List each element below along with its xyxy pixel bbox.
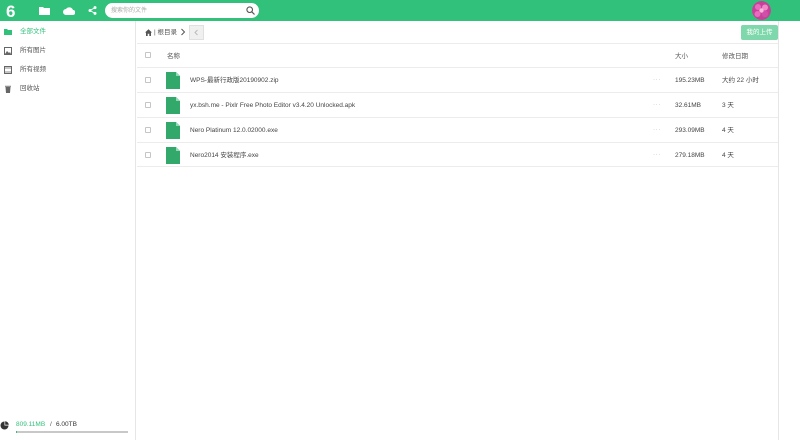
- breadcrumb: | 根目录 我的上传: [137, 21, 778, 43]
- file-size: 32.61MB: [675, 102, 702, 109]
- back-arrow-icon: [194, 29, 198, 36]
- file-icon: [166, 122, 180, 139]
- trash-icon: [5, 85, 11, 93]
- table-row[interactable]: Nero2014 安装程序.exe ··· 279.18MB 4 天: [137, 142, 778, 167]
- folder-icon[interactable]: [37, 3, 52, 18]
- row-checkbox[interactable]: [145, 127, 151, 133]
- select-all-checkbox[interactable]: [145, 52, 151, 58]
- quota-separator: /: [50, 421, 52, 428]
- search-box[interactable]: [105, 3, 259, 18]
- file-modified: 4 天: [722, 127, 734, 134]
- file-size: 195.23MB: [675, 77, 705, 84]
- home-icon[interactable]: [145, 29, 152, 36]
- divider: [137, 166, 778, 167]
- more-options-icon[interactable]: ···: [653, 150, 661, 159]
- file-modified: 4 天: [722, 152, 734, 159]
- chevron-right-icon: [181, 28, 186, 36]
- logo-text: 6: [6, 2, 15, 19]
- breadcrumb-separator: |: [154, 29, 156, 36]
- more-options-icon[interactable]: ···: [653, 75, 661, 84]
- file-browser: | 根目录 我的上传 名称 大小 修改日期 WPS-最新行政版20190902.…: [137, 21, 778, 440]
- quota-progress-fill: [16, 431, 18, 433]
- more-options-icon[interactable]: ···: [653, 125, 661, 134]
- sidebar-item-label: 全部文件: [20, 28, 46, 35]
- table-row[interactable]: Nero Platinum 12.0.02000.exe ··· 293.09M…: [137, 117, 778, 142]
- file-size: 279.18MB: [675, 152, 705, 159]
- quota-total: 6.00TB: [56, 421, 77, 428]
- table-row[interactable]: yx.bsh.me - Pixlr Free Photo Editor v3.4…: [137, 92, 778, 117]
- share-icon[interactable]: [85, 3, 100, 18]
- more-options-icon[interactable]: ···: [653, 100, 661, 109]
- file-icon: [166, 147, 180, 164]
- file-modified: 3 天: [722, 102, 734, 109]
- quota-used: 809.11MB: [16, 421, 46, 428]
- sidebar-item-trash[interactable]: 回收站: [0, 80, 135, 98]
- row-checkbox[interactable]: [145, 152, 151, 158]
- sidebar-item-label: 所有视频: [20, 66, 46, 73]
- column-header-size[interactable]: 大小: [675, 52, 688, 61]
- image-icon: [4, 47, 12, 55]
- file-name[interactable]: Nero2014 安装程序.exe: [190, 151, 259, 160]
- top-bar: 6: [0, 0, 800, 21]
- divider: [778, 21, 779, 440]
- file-name[interactable]: WPS-最新行政版20190902.zip: [190, 76, 279, 85]
- file-modified: 大约 22 小时: [722, 77, 759, 84]
- avatar[interactable]: [752, 1, 771, 20]
- file-icon: [166, 97, 180, 114]
- search-input[interactable]: [111, 5, 246, 16]
- file-name[interactable]: yx.bsh.me - Pixlr Free Photo Editor v3.4…: [190, 101, 355, 110]
- sidebar-item-videos[interactable]: 所有视频: [0, 61, 135, 79]
- pie-chart-icon: [0, 421, 9, 430]
- cloud-icon[interactable]: [61, 3, 76, 18]
- file-name[interactable]: Nero Platinum 12.0.02000.exe: [190, 126, 278, 135]
- my-uploads-button[interactable]: 我的上传: [741, 25, 778, 40]
- sidebar-item-label: 所有图片: [20, 47, 46, 54]
- sidebar-item-images[interactable]: 所有图片: [0, 42, 135, 60]
- column-header-modified[interactable]: 修改日期: [722, 52, 748, 61]
- row-checkbox[interactable]: [145, 77, 151, 83]
- quota-progress-bar: [16, 431, 128, 433]
- folder-icon: [4, 29, 12, 35]
- row-checkbox[interactable]: [145, 102, 151, 108]
- file-size: 293.09MB: [675, 127, 705, 134]
- column-header-name[interactable]: 名称: [167, 52, 180, 61]
- app-logo[interactable]: 6: [4, 2, 20, 19]
- video-icon: [4, 66, 12, 74]
- table-row[interactable]: WPS-最新行政版20190902.zip ··· 195.23MB 大约 22…: [137, 67, 778, 92]
- table-header: 名称 大小 修改日期: [137, 43, 778, 67]
- breadcrumb-root[interactable]: | 根目录: [154, 28, 177, 37]
- sidebar: 全部文件 所有图片 所有视频 回收站 809.11MB / 6.00TB: [0, 21, 136, 440]
- storage-quota: 809.11MB / 6.00TB: [0, 418, 135, 440]
- sidebar-item-all-files[interactable]: 全部文件: [0, 23, 135, 41]
- file-icon: [166, 72, 180, 89]
- search-icon[interactable]: [246, 6, 255, 15]
- sidebar-item-label: 回收站: [20, 85, 40, 92]
- breadcrumb-root-label: 根目录: [157, 29, 178, 36]
- back-button[interactable]: [189, 25, 204, 40]
